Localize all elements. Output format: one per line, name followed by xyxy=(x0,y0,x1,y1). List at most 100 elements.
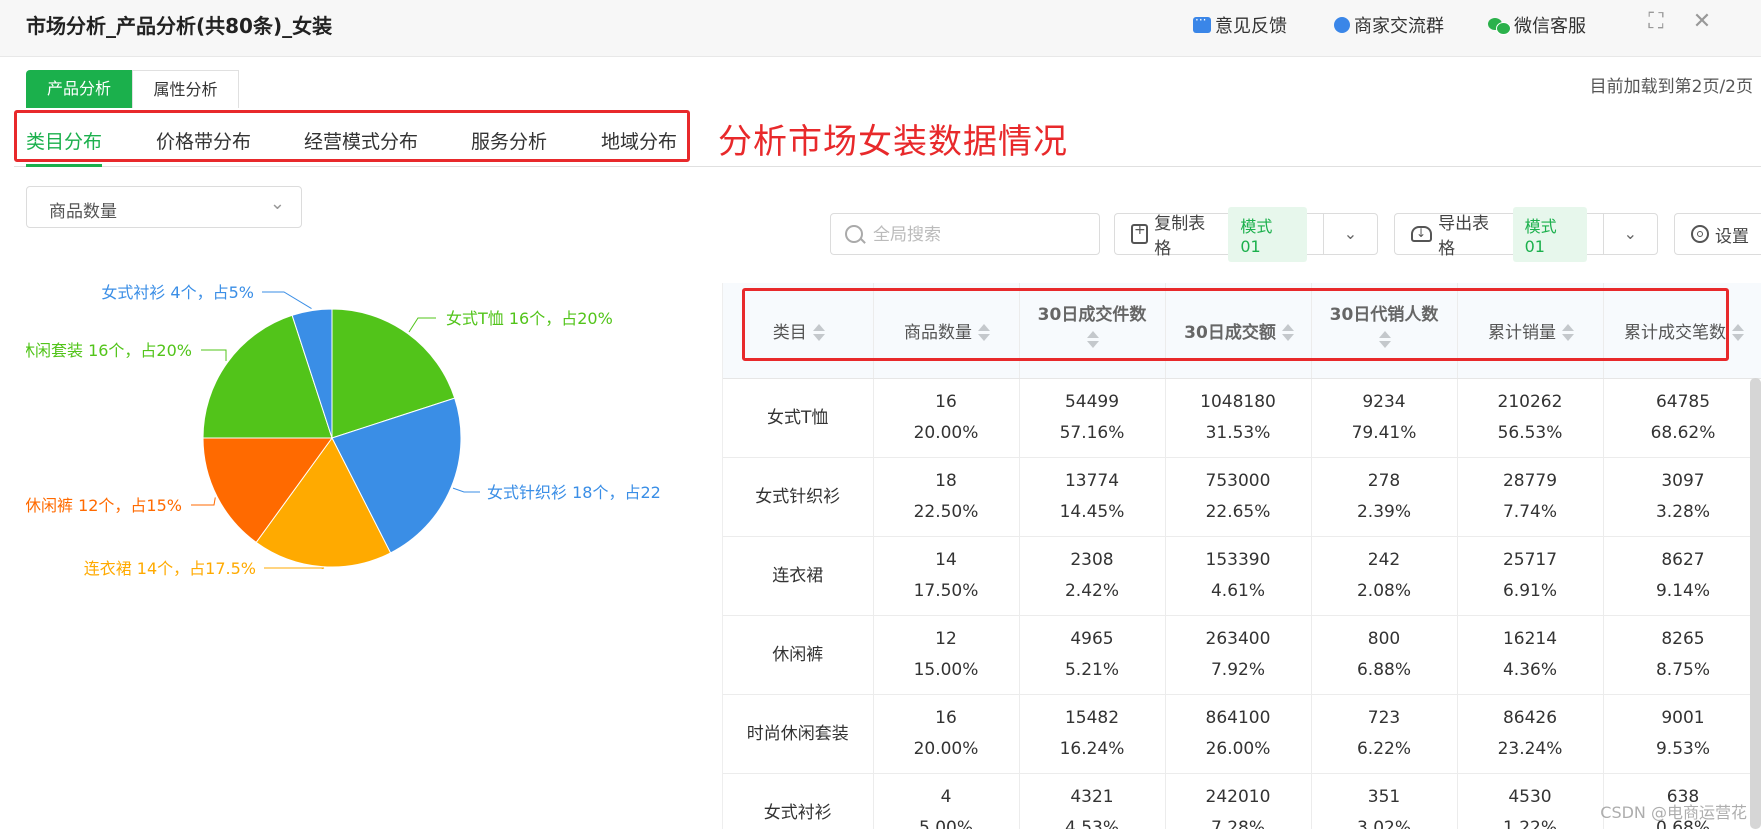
sort-icon[interactable] xyxy=(1087,331,1099,349)
pie-label: 女式衬衫 4个，占5% xyxy=(101,283,254,302)
sort-icon[interactable] xyxy=(812,324,825,342)
cell-count: 16 xyxy=(935,392,957,412)
cell-count: 8627 xyxy=(1661,550,1705,570)
col-header-total-sales[interactable]: 累计销量 xyxy=(1457,283,1604,379)
cell-value: 14 17.50% xyxy=(873,536,1020,616)
col-header-product-count[interactable]: 商品数量 xyxy=(873,283,1020,379)
highlight-box-subnav xyxy=(14,110,690,162)
cell-category: 时尚休闲套装 xyxy=(723,694,874,774)
cell-count: 9234 xyxy=(1362,392,1406,412)
copy-mode-badge[interactable]: 模式 01 xyxy=(1228,206,1307,262)
copy-table-button[interactable]: 复制表格 xyxy=(1115,214,1228,259)
cell-category: 女式T恤 xyxy=(723,378,874,458)
tab-attribute-analysis[interactable]: 属性分析 xyxy=(132,70,239,108)
cell-count: 28779 xyxy=(1502,471,1558,491)
pie-label-line xyxy=(262,291,312,310)
cell-value: 8265 8.75% xyxy=(1603,615,1761,695)
cell-value: 28779 7.74% xyxy=(1457,457,1604,537)
cell-percent: 6.22% xyxy=(1356,739,1411,759)
cell-count: 9001 xyxy=(1661,708,1705,728)
vertical-scrollbar[interactable] xyxy=(1750,378,1761,829)
copy-dropdown-button[interactable]: ⌄ xyxy=(1322,214,1377,254)
gear-icon xyxy=(1691,225,1709,243)
cell-value: 18 22.50% xyxy=(873,457,1020,537)
maximize-icon[interactable]: ⛶ xyxy=(1644,10,1668,34)
export-table-button[interactable]: 导出表格 xyxy=(1395,214,1513,259)
group-chat-icon xyxy=(1334,17,1350,33)
cell-value: 3097 3.28% xyxy=(1603,457,1761,537)
cell-value: 242 2.08% xyxy=(1311,536,1458,616)
metric-select-value: 商品数量 xyxy=(49,202,117,222)
sort-icon[interactable] xyxy=(978,324,990,342)
search-input[interactable] xyxy=(871,222,1095,248)
feedback-link[interactable]: 意见反馈 xyxy=(1193,12,1287,38)
cell-percent: 56.53% xyxy=(1497,423,1563,443)
settings-button[interactable]: 设置 xyxy=(1674,213,1761,255)
cell-count: 12 xyxy=(935,629,957,649)
export-table-group: 导出表格 模式01 ⌄ xyxy=(1394,206,1658,262)
cell-percent: 14.45% xyxy=(1059,502,1125,522)
wechat-service-link[interactable]: 微信客服 xyxy=(1488,12,1586,38)
cell-percent: 3.02% xyxy=(1356,818,1411,829)
category-table: 类目 商品数量 30日成交件数 30日成交额 30日代销人数 累计销量 累计成交… xyxy=(722,283,1761,829)
table-row[interactable]: 女式针织衫 18 22.50% 13774 14.45% 753000 22.65% 278 2… xyxy=(723,457,1761,537)
cell-count: 4530 xyxy=(1508,787,1552,807)
cell-count: 263400 xyxy=(1205,629,1271,649)
cell-value: 4965 5.21% xyxy=(1019,615,1166,695)
table-row[interactable]: 时尚休闲套装 16 20.00% 15482 16.24% 864100 26.00% 723… xyxy=(723,694,1761,774)
sort-icon[interactable] xyxy=(1379,331,1391,349)
pie-label: 连衣裙 14个，占17.5% xyxy=(84,559,256,578)
cell-percent: 6.91% xyxy=(1502,581,1557,601)
sort-icon[interactable] xyxy=(1732,324,1744,342)
metric-select[interactable]: 商品数量 ⌄ xyxy=(26,186,302,228)
cell-value: 210262 56.53% xyxy=(1457,378,1604,458)
tab-product-analysis[interactable]: 产品分析 xyxy=(26,70,132,108)
col-header-30d-units[interactable]: 30日成交件数 xyxy=(1019,283,1166,379)
global-search[interactable] xyxy=(830,213,1100,255)
feedback-label: 意见反馈 xyxy=(1215,16,1287,37)
cell-value: 263400 7.92% xyxy=(1165,615,1312,695)
pie-label: 休闲裤 12个，占15% xyxy=(26,496,182,515)
col-header-total-orders[interactable]: 累计成交笔数 xyxy=(1603,283,1761,379)
pie-label-line xyxy=(452,487,480,493)
cell-value: 4321 4.53% xyxy=(1019,773,1166,829)
sort-icon[interactable] xyxy=(1562,324,1574,342)
cell-value: 153390 4.61% xyxy=(1165,536,1312,616)
cell-count: 2308 xyxy=(1070,550,1114,570)
cell-count: 16214 xyxy=(1502,629,1558,649)
copy-table-label: 复制表格 xyxy=(1154,214,1206,259)
col-header-30d-resellers[interactable]: 30日代销人数 xyxy=(1311,283,1458,379)
table-row[interactable]: 女式T恤 16 20.00% 54499 57.16% 1048180 31.53% 9234… xyxy=(723,378,1761,458)
sort-icon[interactable] xyxy=(1281,324,1294,342)
cell-value: 13774 14.45% xyxy=(1019,457,1166,537)
cell-category: 女式衬衫 xyxy=(723,773,874,829)
cell-count: 278 xyxy=(1367,471,1401,491)
col-header-30d-amount[interactable]: 30日成交额 xyxy=(1165,283,1312,379)
cell-percent: 2.08% xyxy=(1356,581,1411,601)
cell-percent: 4.53% xyxy=(1064,818,1119,829)
merchant-group-link[interactable]: 商家交流群 xyxy=(1334,12,1444,38)
export-mode-badge[interactable]: 模式01 xyxy=(1512,206,1587,262)
feedback-icon xyxy=(1193,13,1211,33)
page-title: 市场分析_产品分析(共80条)_女装 xyxy=(26,14,333,38)
cell-percent: 4.61% xyxy=(1210,581,1265,601)
cell-percent: 1.22% xyxy=(1502,818,1557,829)
export-dropdown-button[interactable]: ⌄ xyxy=(1602,214,1657,254)
settings-label: 设置 xyxy=(1715,226,1749,247)
table-row[interactable]: 休闲裤 12 15.00% 4965 5.21% 263400 7.92% 800 6.88% 1… xyxy=(723,615,1761,695)
chevron-down-icon: ⌄ xyxy=(269,193,285,214)
pie-label-line xyxy=(408,317,436,333)
close-icon[interactable]: ✕ xyxy=(1690,10,1714,34)
cell-value: 800 6.88% xyxy=(1311,615,1458,695)
cell-percent: 15.00% xyxy=(913,660,979,680)
cell-value: 278 2.39% xyxy=(1311,457,1458,537)
cell-percent: 20.00% xyxy=(913,739,979,759)
cell-count: 86426 xyxy=(1502,708,1558,728)
col-header-category[interactable]: 类目 xyxy=(723,283,874,379)
cell-category: 连衣裙 xyxy=(723,536,874,616)
pie-label-line xyxy=(191,497,216,506)
watermark: CSDN @电商运营花 xyxy=(1600,803,1747,822)
cell-percent: 57.16% xyxy=(1059,423,1125,443)
table-row[interactable]: 连衣裙 14 17.50% 2308 2.42% 153390 4.61% 242 2.08% 2… xyxy=(723,536,1761,616)
top-bar: 市场分析_产品分析(共80条)_女装 意见反馈 商家交流群 微信客服 ⛶ ✕ xyxy=(0,0,1761,57)
